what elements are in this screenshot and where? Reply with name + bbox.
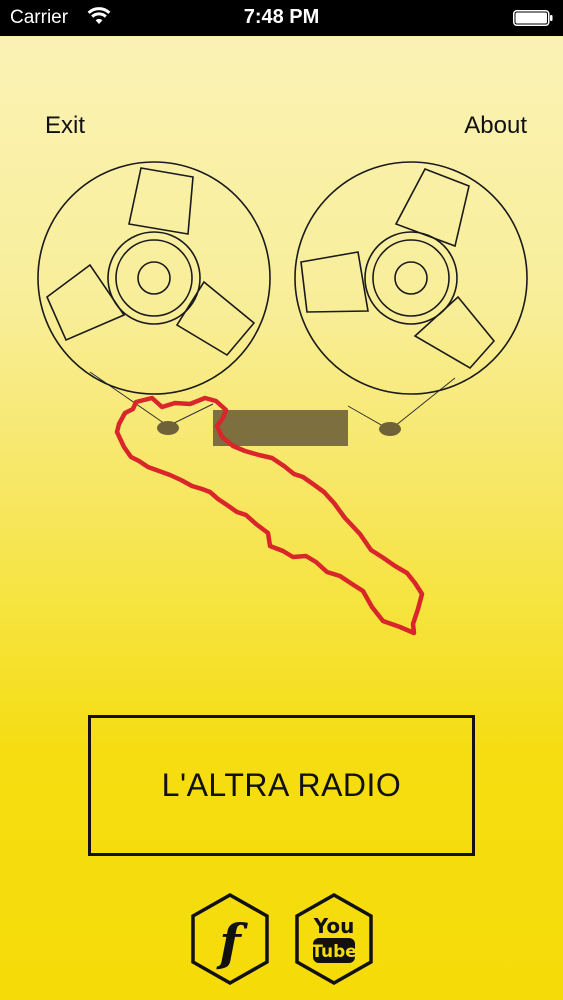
youtube-glyph-bottom: Tube	[311, 942, 357, 962]
tape-window	[213, 410, 348, 446]
facebook-glyph: f	[216, 913, 248, 972]
youtube-icon: You Tube	[295, 893, 373, 985]
right-reel	[294, 161, 528, 395]
youtube-glyph-top: You	[313, 914, 355, 938]
right-tape-guide	[379, 422, 401, 436]
facebook-icon: f	[191, 893, 269, 985]
tape-player-graphic	[37, 161, 528, 636]
play-radio-button[interactable]: L'ALTRA RADIO	[88, 715, 475, 856]
left-reel	[37, 161, 271, 395]
left-tape-guide	[157, 421, 179, 435]
facebook-button[interactable]: f	[190, 893, 270, 985]
youtube-button[interactable]: You Tube	[294, 893, 374, 985]
